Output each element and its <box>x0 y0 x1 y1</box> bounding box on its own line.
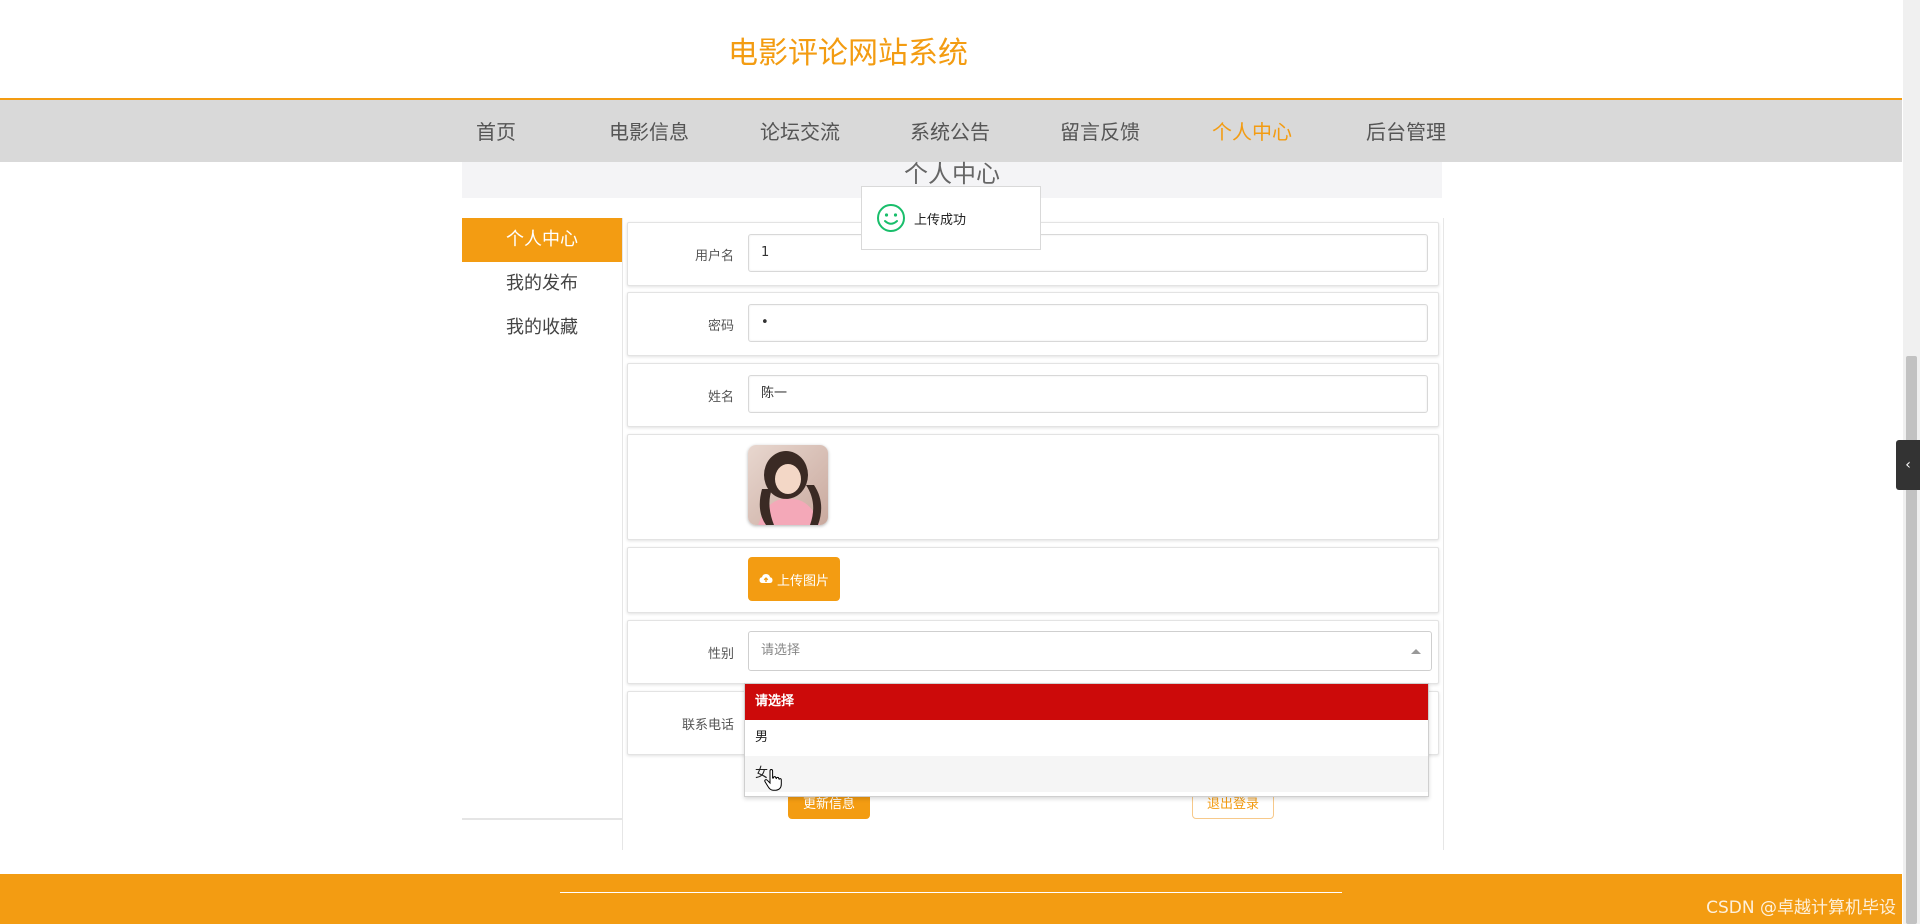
side-panel-toggle[interactable]: ‹ <box>1896 440 1920 490</box>
cloud-upload-icon <box>759 574 773 583</box>
avatar-image <box>748 445 828 525</box>
name-input[interactable]: 陈一 <box>748 375 1428 413</box>
left-menu-item-my-posts[interactable]: 我的发布 <box>462 262 622 306</box>
password-label: 密码 <box>707 319 734 334</box>
username-label: 用户名 <box>694 249 734 264</box>
left-menu-item-my-favorites[interactable]: 我的收藏 <box>462 306 622 350</box>
nav-item-movies[interactable]: 电影信息 <box>609 116 689 145</box>
avatar <box>748 445 828 525</box>
smile-icon <box>877 204 905 232</box>
left-menu: 个人中心 我的发布 我的收藏 <box>462 218 622 820</box>
left-menu-item-profile[interactable]: 个人中心 <box>462 218 622 262</box>
gender-dropdown: 请选择 男 女 <box>744 683 1429 797</box>
nav-item-feedback[interactable]: 留言反馈 <box>1060 116 1140 145</box>
name-label: 姓名 <box>707 390 734 405</box>
nav-item-announcements[interactable]: 系统公告 <box>910 116 990 145</box>
form-row-avatar <box>627 434 1439 540</box>
main-nav: 首页 电影信息 论坛交流 系统公告 留言反馈 个人中心 后台管理 <box>0 100 1902 162</box>
nav-item-profile[interactable]: 个人中心 <box>1212 116 1292 145</box>
watermark: CSDN @卓越计算机毕设 <box>1706 898 1896 918</box>
toast-message: 上传成功 <box>914 212 967 228</box>
upload-image-button[interactable]: 上传图片 <box>748 557 840 601</box>
password-input[interactable]: • <box>748 304 1428 342</box>
upload-success-toast: 上传成功 <box>861 186 1041 250</box>
chevron-left-icon: ‹ <box>1905 457 1911 473</box>
nav-item-admin[interactable]: 后台管理 <box>1366 116 1446 145</box>
gender-option-male[interactable]: 男 <box>745 720 1428 756</box>
section-title: 个人中心 <box>904 160 1000 188</box>
site-title: 电影评论网站系统 <box>728 36 968 71</box>
footer-divider <box>560 892 1342 893</box>
form-row-gender: 性别 请选择 <box>627 620 1439 684</box>
gender-option-female[interactable]: 女 <box>745 756 1428 792</box>
caret-up-icon <box>1411 649 1421 654</box>
gender-option-placeholder[interactable]: 请选择 <box>745 684 1428 720</box>
form-row-upload: 上传图片 <box>627 547 1439 613</box>
site-header: 电影评论网站系统 <box>0 0 1902 100</box>
form-row-password: 密码 • <box>627 292 1439 356</box>
site-footer: CSDN @卓越计算机毕设 <box>0 874 1902 924</box>
upload-button-label: 上传图片 <box>776 573 829 589</box>
hand-cursor-icon <box>764 769 782 791</box>
gender-select-value: 请选择 <box>761 643 801 658</box>
username-input[interactable]: 1 <box>748 234 1428 272</box>
nav-item-home[interactable]: 首页 <box>476 116 516 145</box>
phone-label: 联系电话 <box>681 718 734 733</box>
gender-select[interactable]: 请选择 <box>748 631 1432 671</box>
nav-item-forum[interactable]: 论坛交流 <box>760 116 840 145</box>
gender-label: 性别 <box>707 647 734 662</box>
form-row-name: 姓名 陈一 <box>627 363 1439 427</box>
